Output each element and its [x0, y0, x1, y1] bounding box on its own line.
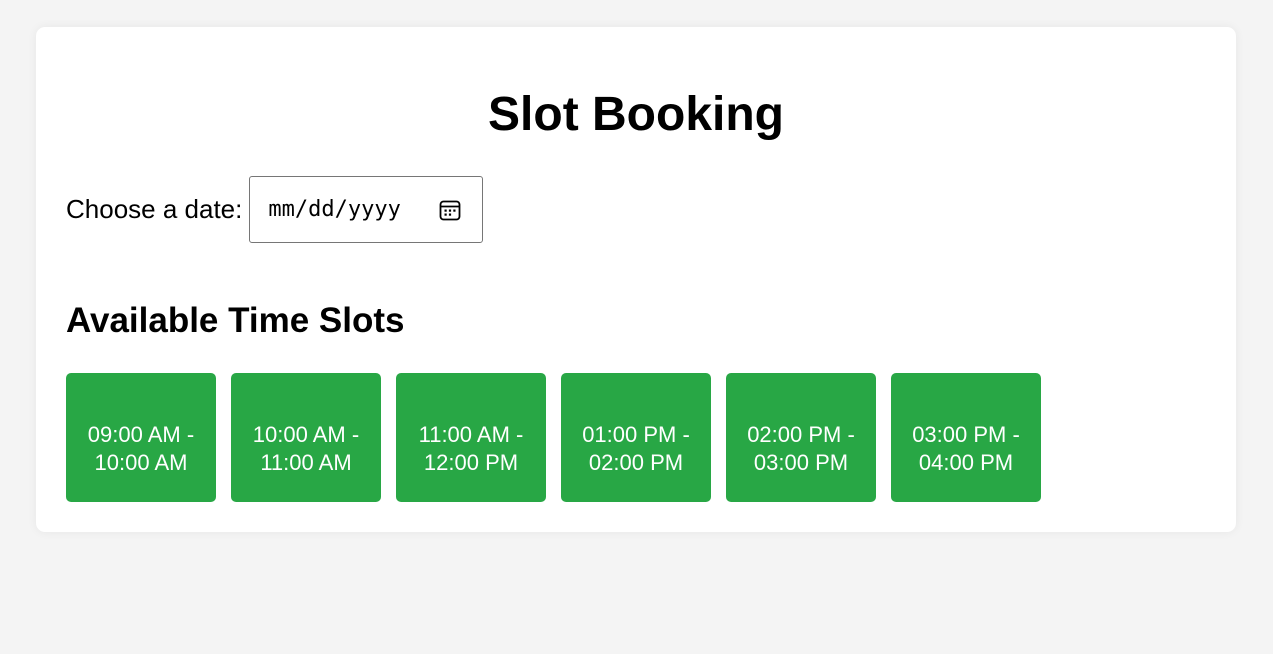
booking-card: Slot Booking Choose a date: mm/dd/yyyy A…: [36, 27, 1236, 532]
date-label: Choose a date:: [66, 194, 243, 224]
date-picker-row: Choose a date: mm/dd/yyyy: [66, 176, 484, 243]
time-slot-button[interactable]: 09:00 AM - 10:00 AM: [66, 373, 216, 502]
time-slot-button[interactable]: 01:00 PM - 02:00 PM: [561, 373, 711, 502]
date-input[interactable]: mm/dd/yyyy: [249, 176, 484, 243]
time-slots-heading: Available Time Slots: [66, 301, 405, 340]
time-slot-button[interactable]: 03:00 PM - 04:00 PM: [891, 373, 1041, 502]
time-slot-button[interactable]: 11:00 AM - 12:00 PM: [396, 373, 546, 502]
time-slot-button[interactable]: 10:00 AM - 11:00 AM: [231, 373, 381, 502]
calendar-icon[interactable]: [438, 198, 462, 222]
time-slots-list: 09:00 AM - 10:00 AM 10:00 AM - 11:00 AM …: [66, 373, 1041, 502]
time-slot-button[interactable]: 02:00 PM - 03:00 PM: [726, 373, 876, 502]
date-placeholder: mm/dd/yyyy: [268, 197, 401, 222]
page-title: Slot Booking: [488, 88, 784, 141]
